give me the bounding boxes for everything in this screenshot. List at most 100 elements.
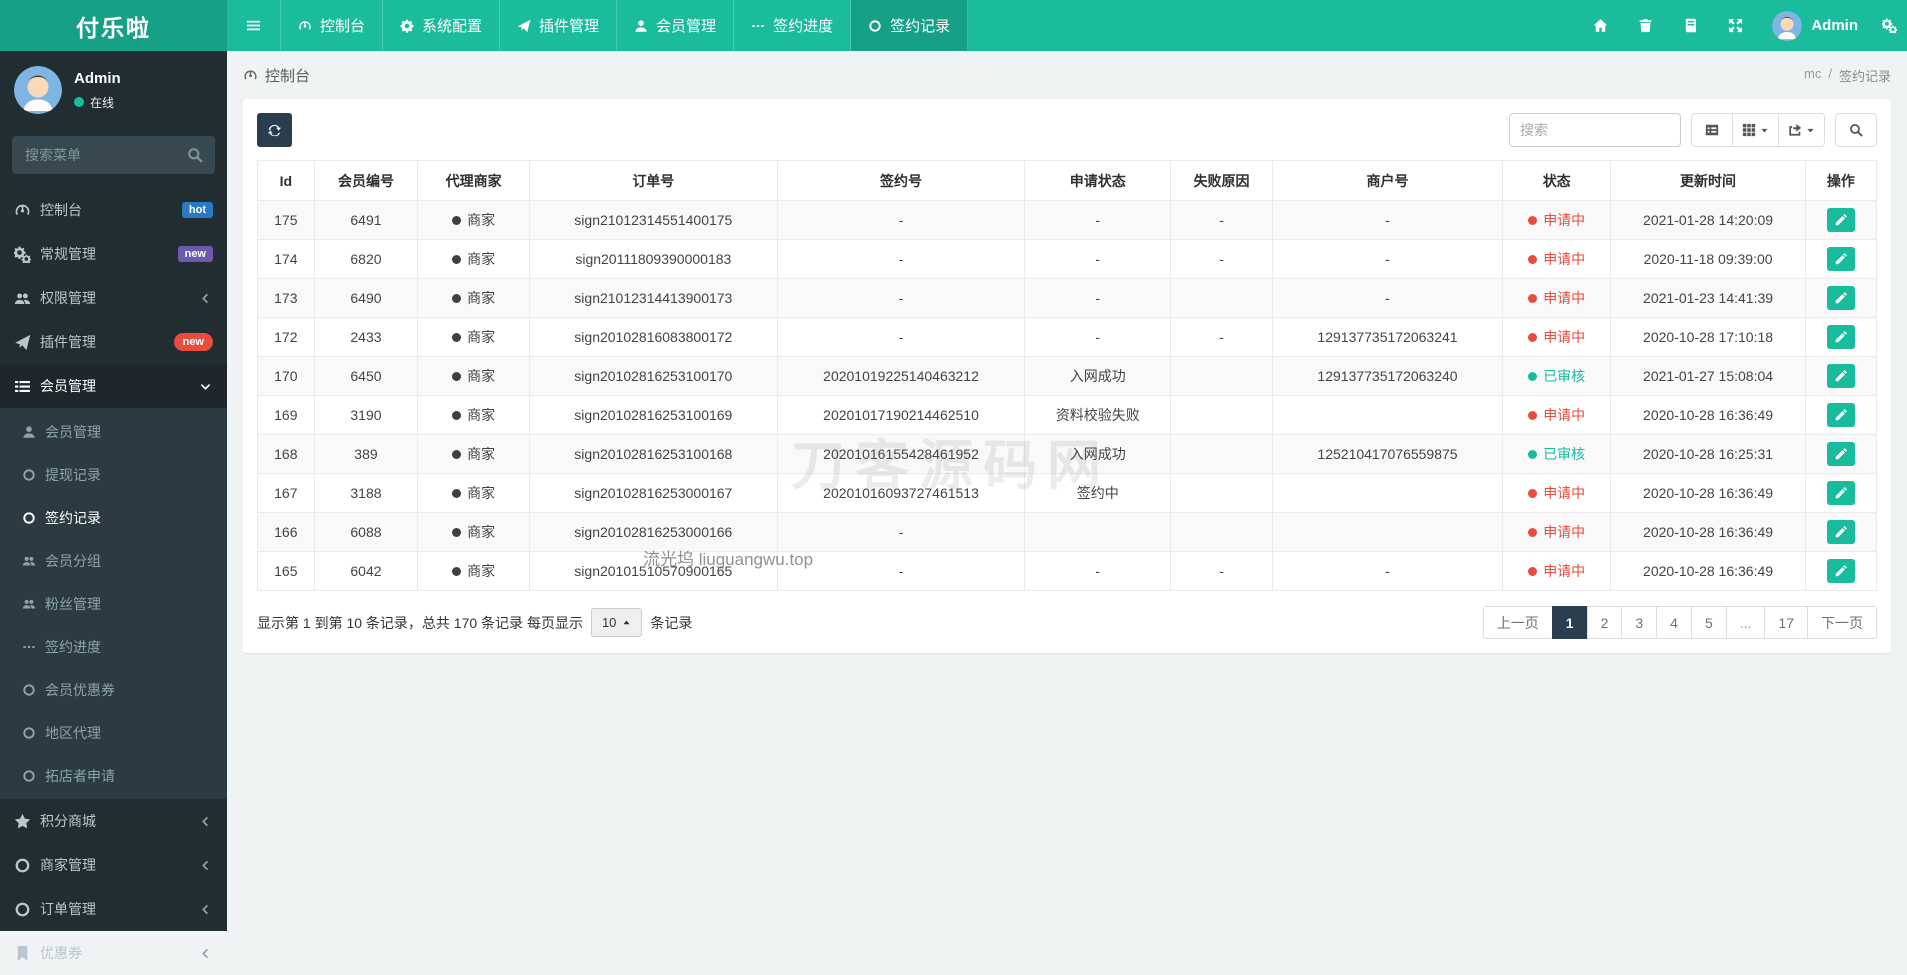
page-item-2[interactable]: 2 <box>1587 606 1623 639</box>
column-header[interactable]: 失败原因 <box>1171 161 1273 201</box>
column-header[interactable]: 申请状态 <box>1025 161 1171 201</box>
edit-button[interactable] <box>1827 481 1855 505</box>
cell-merchant-no: - <box>1273 552 1503 591</box>
column-header[interactable]: 订单号 <box>529 161 777 201</box>
detail-view-button[interactable] <box>1691 113 1733 147</box>
expand-button[interactable] <box>1713 0 1758 51</box>
edit-button[interactable] <box>1827 325 1855 349</box>
nav-tab-user[interactable]: 会员管理 <box>617 0 734 51</box>
sidebar-subitem[interactable]: 签约进度 <box>0 625 227 668</box>
sidebar-item[interactable]: 插件管理new <box>0 320 227 364</box>
cell-action <box>1805 201 1876 240</box>
edit-button[interactable] <box>1827 208 1855 232</box>
search-button[interactable] <box>1835 113 1877 147</box>
cell-updated-time: 2020-10-28 17:10:18 <box>1611 318 1805 357</box>
column-header[interactable]: 代理商家 <box>418 161 530 201</box>
home-button[interactable] <box>1578 0 1623 51</box>
brand-logo[interactable]: 付乐啦 <box>0 0 227 51</box>
page-item-1[interactable]: 1 <box>1552 606 1588 639</box>
edit-button[interactable] <box>1827 520 1855 544</box>
columns-dropdown-button[interactable] <box>1733 113 1779 147</box>
sidebar-item[interactable]: 常规管理new <box>0 232 227 276</box>
user-avatar[interactable] <box>1772 11 1802 41</box>
column-header[interactable]: 签约号 <box>777 161 1025 201</box>
nav-tab-dashboard[interactable]: 控制台 <box>281 0 383 51</box>
page-size-dropdown[interactable]: 10 <box>591 608 642 637</box>
page-item-17[interactable]: 17 <box>1764 606 1808 639</box>
sidebar-item[interactable]: 会员管理 <box>0 364 227 408</box>
cell-status: 申请中 <box>1502 201 1610 240</box>
sidebar-item[interactable]: 控制台hot <box>0 188 227 232</box>
sidebar-subitem[interactable]: 拓店者申请 <box>0 754 227 797</box>
cell-id: 174 <box>258 240 315 279</box>
pencil-icon <box>1835 214 1847 226</box>
sidebar-subitem[interactable]: 粉丝管理 <box>0 582 227 625</box>
column-header[interactable]: 操作 <box>1805 161 1876 201</box>
sidebar-subitem[interactable]: 会员优惠券 <box>0 668 227 711</box>
page-item-3[interactable]: 3 <box>1621 606 1657 639</box>
settings-button[interactable] <box>1872 0 1907 51</box>
page-item-上一页[interactable]: 上一页 <box>1483 606 1553 639</box>
refresh-button[interactable] <box>257 113 292 147</box>
cell-apply-status: - <box>1025 552 1171 591</box>
sidebar-item[interactable]: 订单管理 <box>0 887 227 931</box>
sidebar-subitem[interactable]: 地区代理 <box>0 711 227 754</box>
card-toolbar <box>257 113 1877 147</box>
sidebar-user-status: 在线 <box>74 94 121 111</box>
sidebar-item[interactable]: 积分商城 <box>0 799 227 843</box>
page-item-...[interactable]: ... <box>1726 606 1766 639</box>
circle-icon <box>22 468 36 482</box>
sidebar-subitem-label: 签约记录 <box>45 508 101 528</box>
breadcrumb-module[interactable]: mc <box>1804 66 1821 85</box>
cell-order-no: sign20102816253100169 <box>529 396 777 435</box>
pagination: 上一页12345...17下一页 <box>1483 606 1877 639</box>
sidebar-subitem[interactable]: 提现记录 <box>0 453 227 496</box>
column-header[interactable]: 更新时间 <box>1611 161 1805 201</box>
sidebar-toggle-button[interactable] <box>227 0 281 51</box>
cell-fail-reason <box>1171 513 1273 552</box>
nav-tab-ellipsis[interactable]: 签约进度 <box>734 0 851 51</box>
sidebar-search-input[interactable] <box>12 136 215 174</box>
logs-button[interactable] <box>1668 0 1713 51</box>
cell-status: 申请中 <box>1502 552 1610 591</box>
table-body: 175 6491 商家 sign21012314551400175 - - - … <box>258 201 1877 591</box>
edit-button[interactable] <box>1827 403 1855 427</box>
cell-updated-time: 2021-01-28 14:20:09 <box>1611 201 1805 240</box>
cell-fail-reason: - <box>1171 240 1273 279</box>
column-header[interactable]: 会员编号 <box>314 161 418 201</box>
badge: hot <box>182 202 213 218</box>
sidebar-subitem[interactable]: 会员管理 <box>0 410 227 453</box>
column-header[interactable]: 状态 <box>1502 161 1610 201</box>
edit-button[interactable] <box>1827 364 1855 388</box>
sidebar-item[interactable]: 权限管理 <box>0 276 227 320</box>
sidebar-subitem[interactable]: 会员分组 <box>0 539 227 582</box>
page-item-下一页[interactable]: 下一页 <box>1807 606 1877 639</box>
sidebar-item[interactable]: 优惠券 <box>0 931 227 975</box>
edit-button[interactable] <box>1827 247 1855 271</box>
user-menu[interactable]: Admin <box>1811 17 1858 34</box>
column-header[interactable]: 商户号 <box>1273 161 1503 201</box>
cell-id: 167 <box>258 474 315 513</box>
nav-tab-gear[interactable]: 系统配置 <box>383 0 500 51</box>
cell-merchant-no: 129137735172063240 <box>1273 357 1503 396</box>
agent-dot <box>452 255 461 264</box>
edit-button[interactable] <box>1827 442 1855 466</box>
edit-button[interactable] <box>1827 559 1855 583</box>
table-search-input[interactable] <box>1509 113 1681 147</box>
status-dot <box>1528 294 1537 303</box>
page-item-5[interactable]: 5 <box>1691 606 1727 639</box>
sidebar-subitem[interactable]: 签约记录 <box>0 496 227 539</box>
sidebar-item[interactable]: 商家管理 <box>0 843 227 887</box>
nav-tab-circle[interactable]: 签约记录 <box>851 0 968 51</box>
column-header[interactable]: Id <box>258 161 315 201</box>
agent-dot <box>452 411 461 420</box>
caret-down-icon <box>1806 126 1815 135</box>
export-dropdown-button[interactable] <box>1779 113 1825 147</box>
edit-button[interactable] <box>1827 286 1855 310</box>
page-item-4[interactable]: 4 <box>1656 606 1692 639</box>
chevron-left-icon <box>200 904 211 915</box>
trash-button[interactable] <box>1623 0 1668 51</box>
nav-tab-send[interactable]: 插件管理 <box>500 0 617 51</box>
sidebar-avatar[interactable] <box>14 66 62 114</box>
avatar-icon <box>1772 11 1802 41</box>
